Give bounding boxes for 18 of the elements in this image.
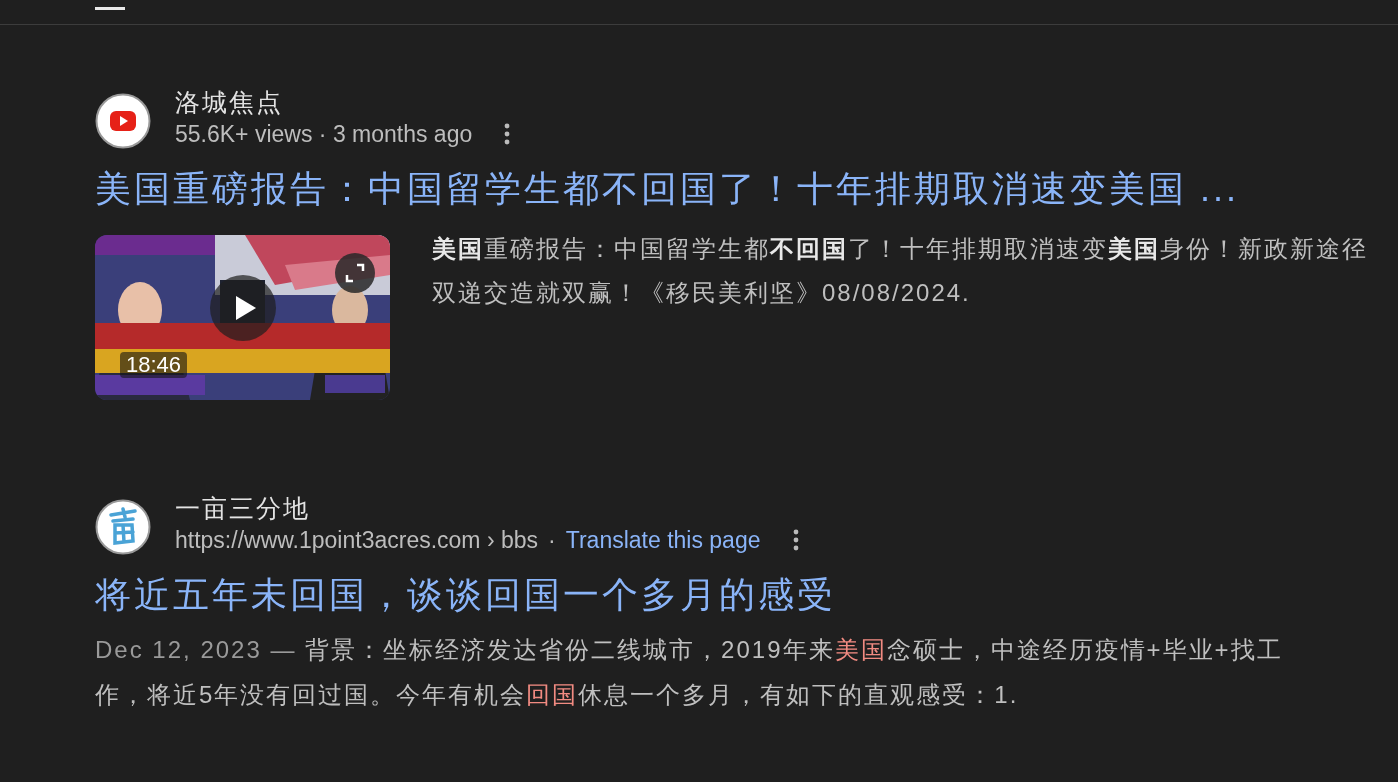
result-snippet: 美国重磅报告：中国留学生都不回国了！十年排期取消速变美国身份！新政新途径双递交造就双赢！《移民美利坚》08/08/2024. [432, 234, 1369, 308]
tab-indicator [95, 7, 125, 10]
play-logo-icon [95, 93, 151, 149]
result-title-link[interactable]: 美国重磅报告：中国留学生都不回国了！十年排期取消速变美国 ... [95, 165, 1239, 213]
video-duration: 18:46 [120, 352, 188, 378]
site-name: 一亩三分地 [175, 493, 311, 523]
more-options-icon[interactable] [504, 122, 511, 146]
more-options-icon[interactable] [792, 528, 799, 552]
separator-dot: · [548, 526, 556, 555]
result-title-link[interactable]: 将近五年未回国，谈谈回国一个多月的感受 [95, 571, 836, 619]
fullscreen-icon[interactable] [335, 253, 375, 293]
site-url: https://www.1point3acres.com › bbs [175, 526, 539, 555]
field-logo-icon [95, 499, 151, 555]
site-name: 洛城焦点 [175, 87, 284, 117]
result-snippet: Dec 12, 2023 — 背景：坐标经济发达省份二线城市，2019年来美国念硕士，中途经历疫情+毕业+找工作，将近5年没有回过国。今年有机会 回国休息一个多月，有如下的直观感受：1. [95, 635, 1284, 710]
video-meta: 55.6K+ views · 3 months ago [175, 120, 473, 149]
play-button[interactable] [210, 275, 276, 341]
translate-link[interactable]: Translate this page [565, 523, 761, 557]
